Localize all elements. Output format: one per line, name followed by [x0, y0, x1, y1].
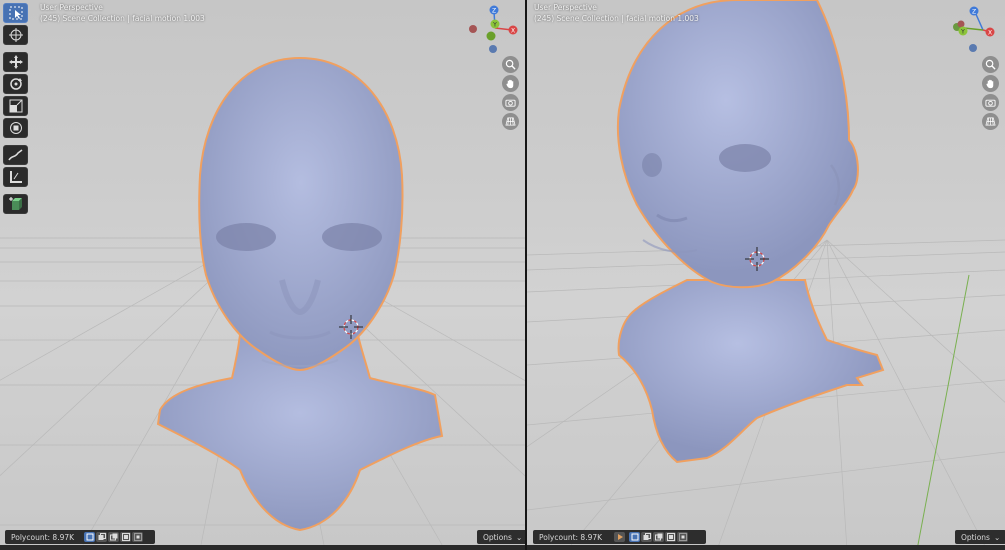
stats-bar: Polycount: 8.97K	[533, 530, 706, 544]
zoom-icon	[985, 59, 996, 70]
neg-y-axis-icon[interactable]	[486, 31, 496, 41]
select-new-icon	[631, 533, 639, 541]
measure-button[interactable]	[3, 167, 28, 187]
z-axis-label: Z	[972, 9, 976, 16]
select-box-icon	[9, 6, 22, 20]
camera-icon	[505, 99, 516, 107]
zoom-icon	[505, 59, 516, 70]
camera-button[interactable]	[982, 94, 999, 111]
ortho-toggle-button[interactable]	[982, 113, 999, 130]
z-axis-label: Z	[492, 8, 496, 15]
y-axis-label: Y	[492, 22, 497, 29]
perspective-label: User Perspective	[40, 3, 103, 12]
selection-mode-group	[84, 532, 144, 542]
select-subtract-icon	[109, 533, 118, 541]
select-extend-button[interactable]	[96, 532, 108, 542]
select-subtract-button[interactable]	[653, 532, 665, 542]
pan-button[interactable]	[502, 75, 519, 92]
cursor-icon	[8, 28, 23, 42]
select-intersect-button[interactable]	[132, 532, 144, 542]
select-extend-icon	[643, 533, 651, 540]
viewport-right[interactable]: User Perspective (245) Scene Collection …	[527, 0, 1005, 550]
transform-icon	[9, 122, 22, 134]
rotate-button[interactable]	[3, 74, 28, 94]
select-intersect-icon	[133, 533, 142, 541]
options-label: Options	[961, 532, 990, 542]
navigation-gizmo[interactable]: Z Y X	[947, 2, 1005, 54]
scale-icon	[9, 99, 22, 113]
hand-icon	[986, 79, 994, 89]
head-mesh[interactable]	[616, 0, 885, 464]
selection-mode-group	[629, 532, 689, 542]
move-button[interactable]	[3, 52, 28, 72]
options-dropdown[interactable]: Options ⌄	[477, 530, 525, 544]
add-cube-icon	[8, 197, 22, 210]
collection-label: (245) Scene Collection | facial motion 1…	[534, 14, 699, 23]
play-button[interactable]	[614, 532, 626, 542]
select-invert-icon	[121, 533, 130, 541]
select-new-button[interactable]	[629, 532, 641, 542]
cursor-button[interactable]	[3, 25, 28, 45]
pan-button[interactable]	[982, 75, 999, 92]
move-icon	[8, 55, 23, 69]
select-intersect-button[interactable]	[677, 532, 689, 542]
chevron-down-icon: ⌄	[993, 532, 1001, 542]
perspective-label: User Perspective	[534, 3, 597, 12]
select-new-icon	[86, 533, 94, 541]
x-axis-label: X	[988, 30, 992, 37]
y-axis-label: Y	[960, 29, 965, 36]
collection-label: (245) Scene Collection | facial motion 1…	[40, 14, 205, 23]
annotate-icon	[7, 149, 22, 161]
neg-z-axis-icon[interactable]	[969, 44, 977, 52]
polycount-label: Polycount: 8.97K	[539, 532, 603, 542]
viewport-scene	[527, 0, 1005, 550]
rotate-icon	[9, 78, 22, 90]
select-subtract-icon	[654, 533, 663, 541]
ortho-toggle-button[interactable]	[502, 113, 519, 130]
polycount-label: Polycount: 8.97K	[11, 532, 75, 542]
chevron-down-icon: ⌄	[515, 532, 523, 542]
camera-button[interactable]	[502, 94, 519, 111]
grid-icon	[505, 117, 516, 126]
select-invert-icon	[666, 533, 675, 541]
x-axis-label: X	[511, 28, 515, 35]
transform-button[interactable]	[3, 118, 28, 138]
select-invert-button[interactable]	[120, 532, 132, 542]
annotate-button[interactable]	[3, 145, 28, 165]
select-intersect-icon	[678, 533, 687, 541]
zoom-button[interactable]	[502, 56, 519, 73]
options-dropdown[interactable]: Options ⌄	[955, 530, 1005, 544]
header-strip	[527, 545, 1005, 550]
select-extend-button[interactable]	[641, 532, 653, 542]
navigation-gizmo[interactable]: Z Y X	[467, 2, 525, 54]
play-icon	[617, 534, 623, 540]
viewport-scene	[0, 56, 525, 550]
viewport-left[interactable]: User Perspective (245) Scene Collection …	[0, 0, 525, 550]
select-new-button[interactable]	[84, 532, 96, 542]
scale-button[interactable]	[3, 96, 28, 116]
head-mesh[interactable]	[156, 56, 444, 532]
stats-bar: Polycount: 8.97K	[5, 530, 155, 544]
header-strip	[0, 545, 525, 550]
zoom-button[interactable]	[982, 56, 999, 73]
neg-x-axis-icon[interactable]	[469, 25, 477, 33]
select-subtract-button[interactable]	[108, 532, 120, 542]
select-box-button[interactable]	[3, 3, 28, 23]
add-cube-button[interactable]	[3, 194, 28, 214]
measure-icon	[9, 171, 22, 183]
viewport-header: User Perspective (245) Scene Collection …	[534, 2, 699, 24]
y-axis-line	[916, 274, 970, 550]
tool-shelf	[3, 3, 29, 216]
options-label: Options	[483, 532, 512, 542]
camera-icon	[985, 99, 996, 107]
neg-z-axis-icon[interactable]	[489, 45, 497, 53]
select-invert-button[interactable]	[665, 532, 677, 542]
select-extend-icon	[98, 533, 106, 540]
neg-x-axis-icon[interactable]	[957, 20, 965, 28]
viewport-header: User Perspective (245) Scene Collection …	[40, 2, 205, 24]
hand-icon	[506, 79, 514, 89]
grid-icon	[985, 117, 996, 126]
